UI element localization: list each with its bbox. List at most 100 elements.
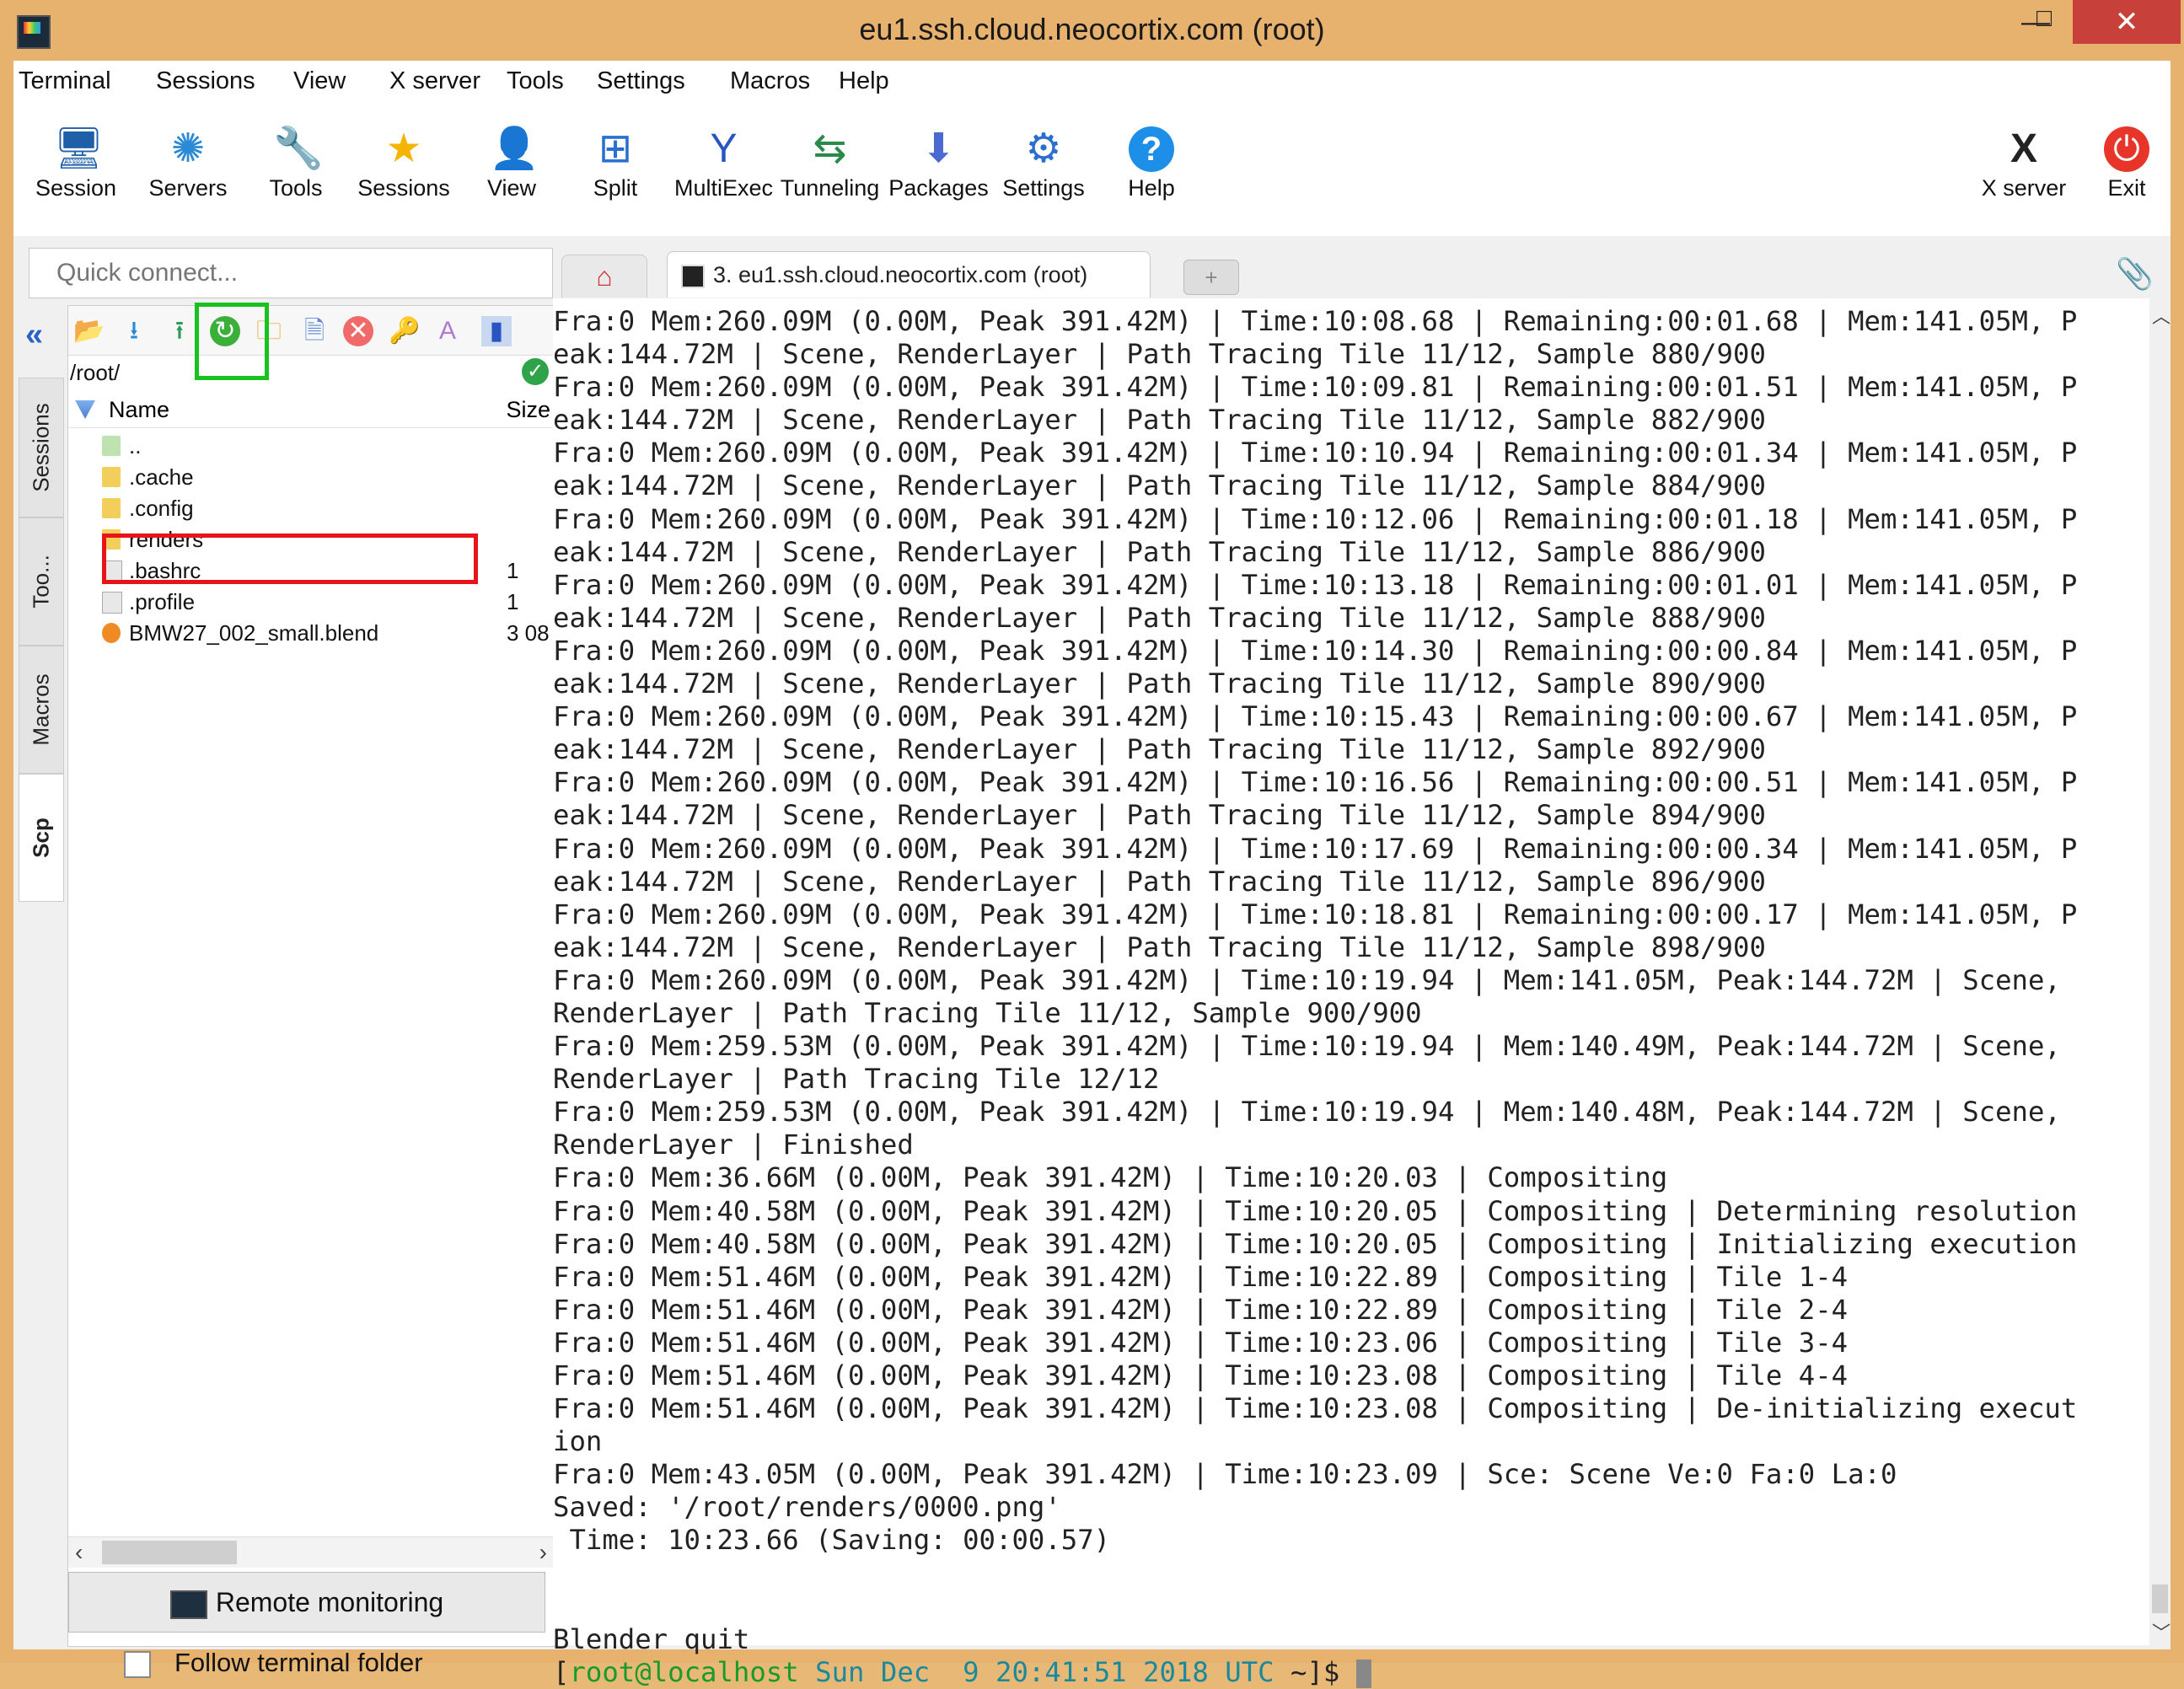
folder-icon	[102, 498, 121, 518]
file-row[interactable]: .cache	[68, 462, 554, 493]
file-row[interactable]: BMW27_002_small.blend 3 08	[68, 618, 554, 649]
terminal-line: Fra:0 Mem:51.46M (0.00M, Peak 391.42M) |…	[553, 1260, 1849, 1293]
side-tab-sessions[interactable]: Sessions	[19, 378, 64, 517]
terminal-line: eak:144.72M | Scene, RenderLayer | Path …	[553, 733, 1766, 766]
tab-session-3[interactable]: 3. eu1.ssh.cloud.neocortix.com (root)	[667, 251, 1151, 298]
settings-button[interactable]: ⚙ Settings	[993, 121, 1094, 239]
split-icon: ⊞	[598, 126, 633, 171]
prompt-tail: ~]$	[1274, 1655, 1356, 1688]
follow-terminal-folder[interactable]: Follow terminal folder	[124, 1648, 423, 1678]
terminal-line: RenderLayer | Path Tracing Tile 11/12, S…	[553, 996, 1422, 1029]
quick-connect	[29, 248, 555, 298]
menu-settings[interactable]: Settings	[597, 67, 685, 95]
terminal-line: RenderLayer | Finished	[553, 1129, 914, 1161]
new-tab-button[interactable]: +	[1183, 260, 1239, 295]
terminal-line: Fra:0 Mem:260.09M (0.00M, Peak 391.42M) …	[553, 634, 2078, 667]
path-ok-icon[interactable]: ✓	[522, 358, 549, 385]
terminal-scroll-thumb[interactable]	[2152, 1584, 2168, 1613]
split-button[interactable]: ⊞ Split	[573, 121, 657, 239]
rename-icon[interactable]: A	[432, 316, 463, 346]
side-tab-tools[interactable]: Too...	[19, 517, 64, 646]
terminal-scrollbar[interactable]: ︿ ﹀	[2149, 298, 2171, 1645]
scroll-left-icon[interactable]: ‹	[75, 1539, 83, 1566]
packages-button[interactable]: ⬇ Packages	[886, 121, 991, 239]
help-button[interactable]: ? Help	[1109, 121, 1194, 239]
terminal-lines: Fra:0 Mem:260.09M (0.00M, Peak 391.42M) …	[553, 305, 2149, 1689]
delete-icon[interactable]: ✕	[343, 316, 373, 346]
home-tab[interactable]: ⌂	[561, 255, 647, 298]
scroll-up-icon[interactable]: ︿	[2152, 302, 2171, 329]
file-list-scrollbar[interactable]: ‹ ›	[68, 1536, 554, 1568]
upload-icon[interactable]: ⭱	[164, 316, 195, 346]
menu-x-server[interactable]: X server	[389, 67, 480, 95]
terminal-line: Fra:0 Mem:260.09M (0.00M, Peak 391.42M) …	[553, 568, 2078, 601]
tunneling-button[interactable]: ⇆ Tunneling	[777, 121, 883, 239]
terminal-line: eak:144.72M | Scene, RenderLayer | Path …	[553, 404, 1766, 437]
terminal-line: Fra:0 Mem:51.46M (0.00M, Peak 391.42M) |…	[553, 1392, 2078, 1425]
terminal-line: Fra:0 Mem:259.53M (0.00M, Peak 391.42M) …	[553, 1096, 2061, 1129]
view-button[interactable]: 👤 View	[465, 121, 558, 239]
power-icon: ⏻	[2104, 126, 2149, 172]
scroll-down-icon[interactable]: ﹀	[2152, 1618, 2171, 1645]
file-icon	[102, 592, 122, 614]
title-bar: eu1.ssh.cloud.neocortix.com (root) — □ ✕	[0, 0, 2184, 61]
remote-monitoring-button[interactable]: Remote monitoring	[68, 1572, 545, 1633]
sftp-toolbar: 📂 ⭳ ⭱ ↻ 🗀 🗎 ✕ 🔑 A ▮	[68, 303, 554, 380]
file-list-header: Name Size	[68, 394, 554, 428]
sftp-mode-icon[interactable]: ▮	[481, 316, 512, 346]
file-row[interactable]: ..	[68, 431, 554, 462]
terminal-icon	[681, 264, 705, 288]
file-row[interactable]: .profile 1	[68, 587, 554, 618]
side-tab-scp[interactable]: Scp	[19, 774, 64, 902]
terminal-line: Saved: '/root/renders/0000.png'	[553, 1491, 1061, 1524]
terminal-line: Fra:0 Mem:260.09M (0.00M, Peak 391.42M) …	[553, 700, 2078, 733]
terminal-line: Fra:0 Mem:260.09M (0.00M, Peak 391.42M) …	[553, 502, 2078, 535]
terminal-output[interactable]: Fra:0 Mem:260.09M (0.00M, Peak 391.42M) …	[553, 298, 2149, 1688]
maximize-button[interactable]: □	[2006, 0, 2082, 40]
tools-button[interactable]: 🔧 Tools	[250, 121, 342, 239]
column-size[interactable]: Size	[506, 397, 550, 423]
terminal-line: Fra:0 Mem:260.09M (0.00M, Peak 391.42M) …	[553, 832, 2078, 865]
quick-connect-input[interactable]	[30, 249, 555, 298]
new-file-icon[interactable]: 🗎	[299, 316, 330, 346]
collapse-sidebar-icon[interactable]: «	[25, 317, 43, 353]
highlight-renders-folder	[102, 534, 478, 584]
download-icon[interactable]: ⭳	[119, 316, 149, 346]
side-tab-strip: « Sessions Too... Macros Scp	[13, 305, 66, 1645]
paperclip-icon[interactable]: 📎	[2116, 256, 2154, 292]
side-tab-macros[interactable]: Macros	[19, 646, 64, 774]
folder-icon	[102, 467, 121, 487]
parent-folder-icon[interactable]: 📂	[73, 316, 105, 346]
permissions-key-icon[interactable]: 🔑	[389, 316, 420, 346]
terminal-line: Fra:0 Mem:260.09M (0.00M, Peak 391.42M) …	[553, 963, 2061, 996]
exit-button[interactable]: ⏻ Exit	[2089, 121, 2165, 239]
scroll-right-icon[interactable]: ›	[539, 1539, 547, 1566]
session-button[interactable]: 🖥 Session	[25, 121, 126, 239]
terminal-line: Fra:0 Mem:260.09M (0.00M, Peak 391.42M) …	[553, 766, 2078, 799]
tab-bar: ⌂ 3. eu1.ssh.cloud.neocortix.com (root) …	[561, 248, 2171, 298]
menu-tools[interactable]: Tools	[507, 67, 564, 95]
menu-terminal[interactable]: Terminal	[19, 67, 111, 95]
x-server-icon: X	[2010, 126, 2037, 171]
menu-help[interactable]: Help	[839, 67, 889, 95]
column-name[interactable]: Name	[109, 397, 169, 423]
menu-macros[interactable]: Macros	[730, 67, 810, 95]
current-path[interactable]: /root/	[70, 360, 120, 386]
close-button[interactable]: ✕	[2073, 0, 2181, 44]
sessions-button[interactable]: ★ Sessions	[349, 121, 459, 239]
gear-icon: ⚙	[1025, 126, 1062, 171]
parent-folder-icon	[102, 436, 121, 456]
menu-view[interactable]: View	[293, 67, 346, 95]
terminal-line: Fra:0 Mem:260.09M (0.00M, Peak 391.42M) …	[553, 305, 2078, 337]
scrollbar-thumb[interactable]	[102, 1541, 237, 1564]
servers-button[interactable]: ✺ Servers	[133, 121, 243, 239]
terminal-line: Fra:0 Mem:51.46M (0.00M, Peak 391.42M) |…	[553, 1359, 1849, 1391]
monitor-icon	[169, 1590, 207, 1619]
multiexec-button[interactable]: Y MultiExec	[671, 121, 776, 239]
menu-sessions[interactable]: Sessions	[156, 67, 255, 95]
home-icon: ⌂	[596, 261, 613, 292]
x-server-button[interactable]: X X server	[1969, 121, 2079, 239]
file-row[interactable]: .config	[68, 493, 554, 524]
follow-terminal-checkbox[interactable]	[124, 1650, 151, 1678]
